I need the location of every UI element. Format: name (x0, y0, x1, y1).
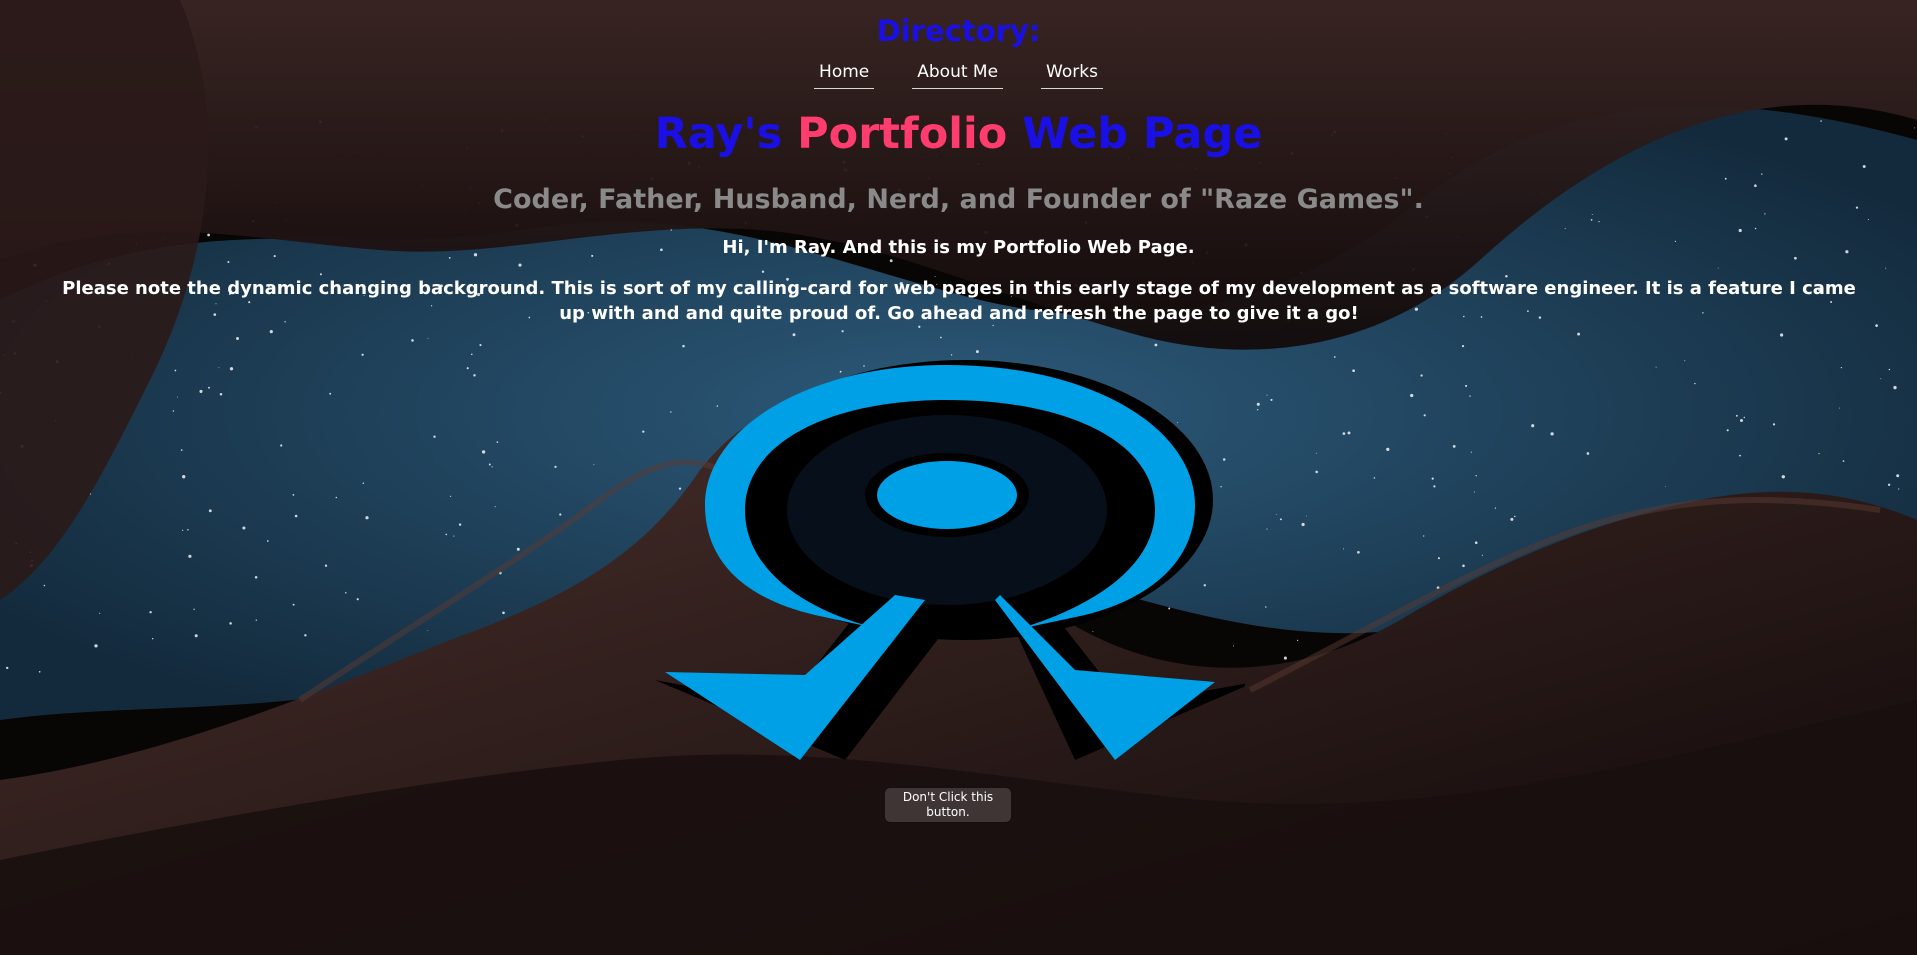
intro-text: Hi, I'm Ray. And this is my Portfolio We… (722, 237, 1195, 258)
directory-nav: Home About Me Works (0, 62, 1917, 89)
raze-games-logo (655, 360, 1255, 770)
page-title-part-rays: Ray's (654, 109, 783, 159)
dont-click-button[interactable]: Don't Click this button. (884, 787, 1012, 823)
page-title: Ray's Portfolio Web Page (0, 109, 1917, 159)
nav-link-about-me[interactable]: About Me (912, 62, 1004, 89)
page-title-part-web-page: Web Page (1022, 109, 1263, 159)
tagline: Coder, Father, Husband, Nerd, and Founde… (493, 184, 1424, 215)
background-note: Please note the dynamic changing backgro… (62, 278, 1856, 324)
page-title-part-portfolio: Portfolio (797, 109, 1008, 159)
nav-link-works[interactable]: Works (1041, 62, 1103, 89)
nav-link-home[interactable]: Home (814, 62, 875, 89)
directory-title: Directory: (876, 14, 1041, 48)
